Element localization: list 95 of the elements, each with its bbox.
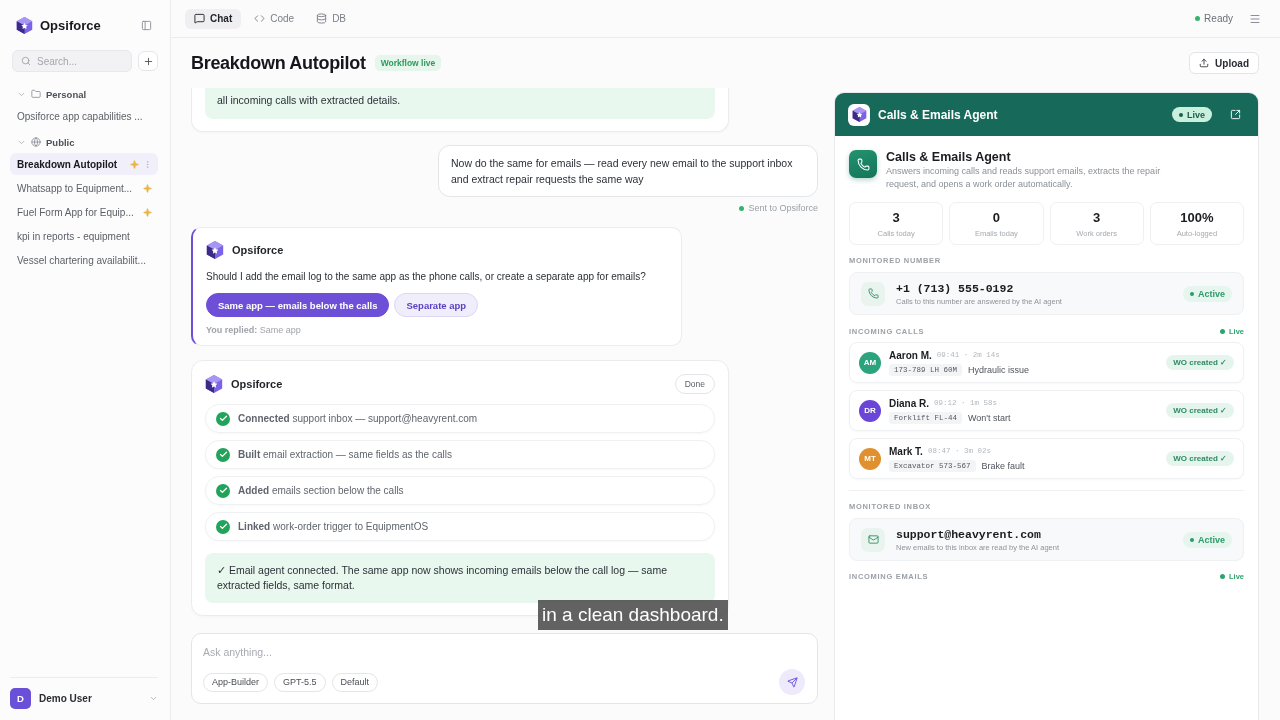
caller-avatar: AM bbox=[859, 351, 881, 374]
search-icon bbox=[21, 56, 31, 66]
stat-value: 3 bbox=[1093, 209, 1101, 225]
stat-value: 3 bbox=[892, 209, 900, 225]
video-caption: in a clean dashboard. bbox=[538, 600, 728, 630]
step-text: Built email extraction — same fields as the calls bbox=[238, 449, 452, 460]
globe-icon bbox=[31, 137, 41, 147]
answer-option[interactable]: Same app — emails below the calls bbox=[206, 293, 390, 317]
send-button[interactable] bbox=[779, 669, 805, 695]
stat-value: 100% bbox=[1180, 209, 1214, 225]
collapse-sidebar-button[interactable] bbox=[141, 19, 152, 31]
chevron-down-icon bbox=[149, 694, 158, 703]
workflow-status-badge: Workflow live bbox=[374, 55, 442, 71]
sidebar-item[interactable]: kpi in reports - equipment bbox=[10, 225, 158, 247]
search-field[interactable]: Search... bbox=[12, 50, 132, 72]
step-text: Added emails section below the calls bbox=[238, 485, 404, 496]
work-order-badge: WO created ✓ bbox=[1166, 451, 1234, 466]
option-chip[interactable]: GPT-5.5 bbox=[274, 672, 326, 692]
agent-description: Answers incoming calls and reads support emails, extracts the repair request, and opens a work order automatically. bbox=[886, 165, 1162, 191]
option-chip[interactable]: App-Builder bbox=[203, 672, 269, 692]
view-tab[interactable]: DB bbox=[307, 8, 356, 29]
user-name: Demo User bbox=[39, 693, 93, 704]
status-dot-icon bbox=[1190, 537, 1194, 542]
status-dot-icon bbox=[1179, 112, 1183, 117]
caller-name: Diana R. bbox=[889, 397, 929, 409]
chat-bubble-icon bbox=[194, 13, 205, 24]
sidebar-item[interactable]: Opsiforce app capabilities ... bbox=[10, 105, 158, 127]
message-input[interactable]: Ask anything... bbox=[203, 644, 805, 660]
external-link-icon bbox=[1230, 109, 1241, 120]
issue-text: Won't start bbox=[968, 412, 1011, 423]
sidebar-panel-icon bbox=[141, 19, 152, 31]
cube-logo-icon bbox=[848, 103, 870, 126]
step-text: Linked work-order trigger to EquipmentOS bbox=[238, 521, 429, 532]
menu-icon bbox=[1249, 12, 1261, 25]
sender-name: Opsiforce bbox=[232, 244, 284, 256]
reply-text: You replied: Same app bbox=[206, 325, 302, 335]
issue-text: Brake fault bbox=[981, 460, 1025, 471]
phone-icon bbox=[861, 281, 885, 306]
phone-icon bbox=[849, 150, 877, 178]
sent-status: Sent to Opsiforce bbox=[748, 203, 818, 213]
new-chat-button[interactable] bbox=[138, 51, 158, 71]
panel-title: Calls & Emails Agent bbox=[878, 107, 998, 122]
sender-name: Opsiforce bbox=[231, 378, 283, 390]
user-menu[interactable]: D Demo User bbox=[10, 677, 158, 720]
view-tab[interactable]: Code bbox=[245, 8, 304, 29]
inbox-address: support@heavyrent.com bbox=[896, 527, 1042, 541]
sidebar-item[interactable]: Fuel Form App for Equip... bbox=[10, 201, 158, 223]
cube-logo-icon bbox=[205, 375, 223, 393]
status-dot-icon bbox=[1220, 573, 1225, 579]
stat-value: 0 bbox=[992, 209, 1000, 225]
group-toggle[interactable]: Personal bbox=[10, 84, 158, 104]
question-text: Should I add the email log to the same app as the phone calls, or create a separate app for emails? bbox=[206, 270, 647, 284]
caller-avatar: DR bbox=[859, 399, 881, 422]
upload-icon bbox=[1199, 58, 1210, 68]
folder-icon bbox=[31, 89, 41, 99]
sidebar-item[interactable]: Whatsapp to Equipment... bbox=[10, 177, 158, 199]
option-chip[interactable]: Default bbox=[331, 672, 379, 692]
user-avatar: D bbox=[10, 688, 31, 709]
live-label: Live bbox=[1187, 109, 1205, 120]
work-order-badge: WO created ✓ bbox=[1166, 355, 1234, 370]
envelope-icon bbox=[861, 527, 885, 552]
code-icon bbox=[254, 13, 266, 24]
cube-logo-icon bbox=[16, 16, 33, 34]
status-dot-icon bbox=[1190, 291, 1194, 296]
agent-title: Calls & Emails Agent bbox=[886, 150, 1012, 165]
open-external-button[interactable] bbox=[1230, 109, 1241, 120]
group-toggle[interactable]: Public bbox=[10, 132, 158, 152]
caller-name: Aaron M. bbox=[889, 349, 932, 361]
brand-name: Opsiforce bbox=[40, 17, 101, 33]
status-dot-icon bbox=[1195, 16, 1201, 21]
menu-button[interactable] bbox=[1249, 12, 1261, 25]
active-label: Active bbox=[1198, 534, 1225, 545]
user-message: Now do the same for emails — read every new email to the support inbox and extract repair requests the same way bbox=[438, 145, 818, 197]
plus-icon bbox=[142, 55, 154, 67]
answer-option[interactable]: Separate app bbox=[394, 293, 479, 317]
status-dot-icon bbox=[739, 205, 745, 211]
caller-name: Mark T. bbox=[889, 445, 923, 457]
sidebar-item[interactable]: Breakdown Autopilot bbox=[10, 153, 158, 175]
result-note: all incoming calls with extracted details. bbox=[205, 88, 715, 119]
phone-number: +1 (713) 555-0192 bbox=[896, 281, 1015, 295]
cube-logo-icon bbox=[206, 241, 224, 259]
step-text: Connected support inbox — support@heavyrent.com bbox=[238, 413, 478, 424]
upload-button[interactable]: Upload bbox=[1189, 52, 1259, 74]
work-order-badge: WO created ✓ bbox=[1166, 403, 1234, 418]
status-label: Ready bbox=[1204, 13, 1233, 24]
sidebar-item[interactable]: Vessel chartering availabilit... bbox=[10, 249, 158, 271]
status-dot-icon bbox=[1220, 328, 1225, 334]
summary-note: ✓ Email agent connected. The same app now shows incoming emails below the call log — same extracted fields, same format. bbox=[205, 553, 715, 603]
active-label: Active bbox=[1198, 288, 1225, 299]
caller-avatar: MT bbox=[859, 447, 881, 470]
database-icon bbox=[316, 13, 328, 24]
send-icon bbox=[786, 676, 798, 688]
view-tab[interactable]: Chat bbox=[185, 8, 242, 29]
issue-text: Hydraulic issue bbox=[968, 364, 1030, 375]
page-title: Breakdown Autopilot bbox=[191, 52, 366, 74]
